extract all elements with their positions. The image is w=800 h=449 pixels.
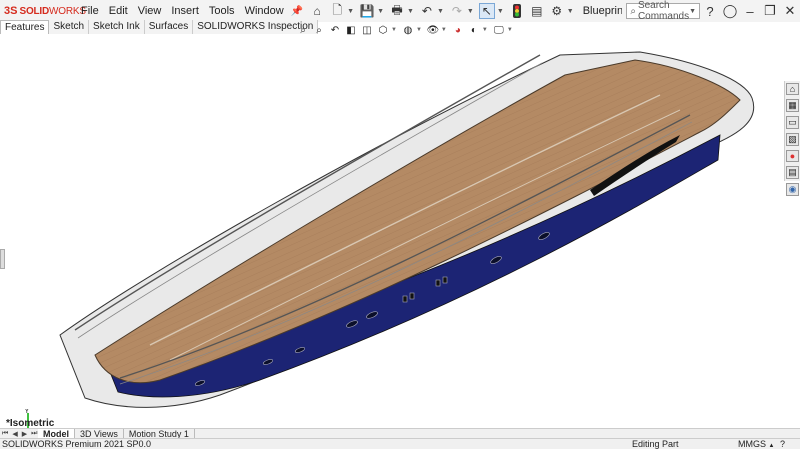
ds-logo-mark: 3S	[4, 5, 18, 17]
solidworks-logo[interactable]: 3S SOLIDWORKS	[0, 5, 86, 17]
editing-mode: Editing Part	[632, 439, 679, 449]
account-icon[interactable]: ◯	[720, 3, 740, 19]
menu-window[interactable]: Window	[240, 0, 289, 22]
svg-text:Y: Y	[24, 409, 29, 415]
menu-file[interactable]: File	[76, 0, 104, 22]
gear-icon[interactable]: ⚙	[549, 3, 565, 19]
appearances-icon[interactable]: ●	[786, 150, 799, 162]
chevron-down-icon[interactable]: ▼	[347, 8, 354, 15]
teak-deck	[94, 59, 741, 384]
view-orientation-icon[interactable]: ⬡	[376, 23, 390, 37]
print-icon[interactable]: 🖶	[389, 3, 405, 19]
document-name: Blueprint_Setu...	[582, 5, 623, 17]
dynamic-annotation-icon[interactable]: ◫	[360, 23, 374, 37]
quick-access-toolbar: ⌂ 🗋 ▼ 💾 ▼ 🖶 ▼ ↶ ▼ ↷ ▼ ↖ ▼ ▤ ⚙ ▼	[307, 3, 577, 19]
edit-appearance-icon[interactable]: ◕	[451, 23, 465, 37]
undo-icon[interactable]: ↶	[419, 3, 435, 19]
chevron-down-icon[interactable]: ▼	[391, 27, 397, 33]
window-controls: ? ◯ – ❐ ✕	[700, 3, 800, 19]
tab-sketch[interactable]: Sketch	[49, 20, 90, 34]
help-icon[interactable]: ?	[780, 439, 785, 449]
menu-insert[interactable]: Insert	[166, 0, 204, 22]
pin-icon[interactable]: 📌	[291, 6, 303, 17]
save-icon[interactable]: 💾	[359, 3, 375, 19]
close-button[interactable]: ✕	[780, 3, 800, 19]
traffic-light-icon[interactable]	[509, 3, 525, 19]
restore-button[interactable]: ❐	[760, 3, 780, 19]
search-icon: ⌕	[630, 5, 636, 17]
chevron-down-icon[interactable]: ▼	[567, 8, 574, 15]
title-bar: 3S SOLIDWORKS File Edit View Insert Tool…	[0, 0, 800, 22]
hide-show-items-icon[interactable]: 👁	[426, 23, 440, 37]
zoom-to-fit-icon[interactable]: ⌕	[296, 23, 310, 37]
chevron-down-icon[interactable]: ▼	[416, 27, 422, 33]
previous-view-icon[interactable]: ↶	[328, 23, 342, 37]
home-icon[interactable]: ⌂	[786, 83, 799, 95]
chevron-down-icon[interactable]: ▼	[507, 27, 513, 33]
home-icon[interactable]: ⌂	[309, 3, 325, 19]
zoom-to-area-icon[interactable]: ⌕	[312, 23, 326, 37]
menu-edit[interactable]: Edit	[104, 0, 133, 22]
custom-properties-icon[interactable]: ▤	[786, 166, 799, 179]
tab-model[interactable]: Model	[38, 428, 75, 439]
chevron-down-icon[interactable]: ▼	[467, 8, 474, 15]
chevron-down-icon[interactable]: ▼	[377, 8, 384, 15]
chevron-up-icon: ▲	[768, 443, 775, 449]
view-settings-icon[interactable]: 🖵	[492, 23, 506, 37]
chevron-down-icon[interactable]: ▼	[407, 8, 414, 15]
units-selector[interactable]: MMGS ▲	[738, 439, 774, 449]
tab-sketch-ink[interactable]: Sketch Ink	[89, 20, 145, 34]
menu-tools[interactable]: Tools	[204, 0, 240, 22]
tab-motion-study-1[interactable]: Motion Study 1	[124, 428, 195, 439]
status-bar: SOLIDWORKS Premium 2021 SP0.0 Editing Pa…	[0, 438, 800, 449]
search-placeholder: Search Commands	[637, 0, 690, 22]
model-tabs-bar: ⏮ ◀ ▶ ⏭ Model 3D Views Motion Study 1	[0, 428, 800, 439]
minimize-button[interactable]: –	[740, 4, 760, 19]
forum-icon[interactable]: ◉	[786, 183, 799, 196]
display-style-icon[interactable]: ◍	[401, 23, 415, 37]
apply-scene-icon[interactable]: ◐	[467, 23, 481, 37]
next-tab-icon[interactable]: ▶	[20, 430, 29, 438]
menu-view[interactable]: View	[133, 0, 167, 22]
select-cursor-icon[interactable]: ↖	[478, 3, 495, 19]
tab-3d-views[interactable]: 3D Views	[75, 428, 124, 439]
new-document-icon[interactable]: 🗋	[329, 3, 345, 19]
command-manager-tabs: Features Sketch Sketch Ink Surfaces SOLI…	[0, 20, 319, 34]
tab-features[interactable]: Features	[0, 20, 50, 34]
redo-icon[interactable]: ↷	[449, 3, 465, 19]
first-tab-icon[interactable]: ⏮	[0, 430, 10, 438]
task-pane: ⌂ ▦ ▭ ▧ ● ▤ ◉	[784, 81, 800, 196]
section-view-icon[interactable]: ◧	[344, 23, 358, 37]
chevron-down-icon[interactable]: ▼	[689, 8, 696, 15]
help-icon[interactable]: ?	[700, 4, 720, 19]
search-commands-input[interactable]: ⌕ Search Commands ▼	[626, 0, 700, 22]
yacht-model[interactable]	[0, 35, 800, 428]
product-version: SOLIDWORKS Premium 2021 SP0.0	[2, 439, 152, 449]
feature-manager-toggle[interactable]	[0, 249, 5, 269]
design-library-icon[interactable]: ▧	[786, 133, 799, 146]
file-properties-icon[interactable]: ▤	[529, 3, 545, 19]
chevron-down-icon[interactable]: ▼	[482, 27, 488, 33]
chevron-down-icon[interactable]: ▼	[441, 27, 447, 33]
folder-icon[interactable]: ▭	[786, 116, 799, 129]
resources-icon[interactable]: ▦	[786, 99, 799, 112]
chevron-down-icon[interactable]: ▼	[497, 8, 504, 15]
chevron-down-icon[interactable]: ▼	[437, 8, 444, 15]
graphics-area[interactable]: ⌂ ▦ ▭ ▧ ● ▤ ◉ Y X Z	[0, 35, 800, 449]
menu-bar: File Edit View Insert Tools Window	[76, 0, 289, 22]
heads-up-view-toolbar: ⌕ ⌕ ↶ ◧ ◫ ⬡ ▼ ◍ ▼ 👁 ▼ ◕ ◐ ▼ 🖵 ▼	[295, 22, 516, 38]
tab-scroll-controls: ⏮ ◀ ▶ ⏭	[0, 430, 38, 438]
prev-tab-icon[interactable]: ◀	[10, 430, 19, 438]
tab-surfaces[interactable]: Surfaces	[144, 20, 194, 34]
